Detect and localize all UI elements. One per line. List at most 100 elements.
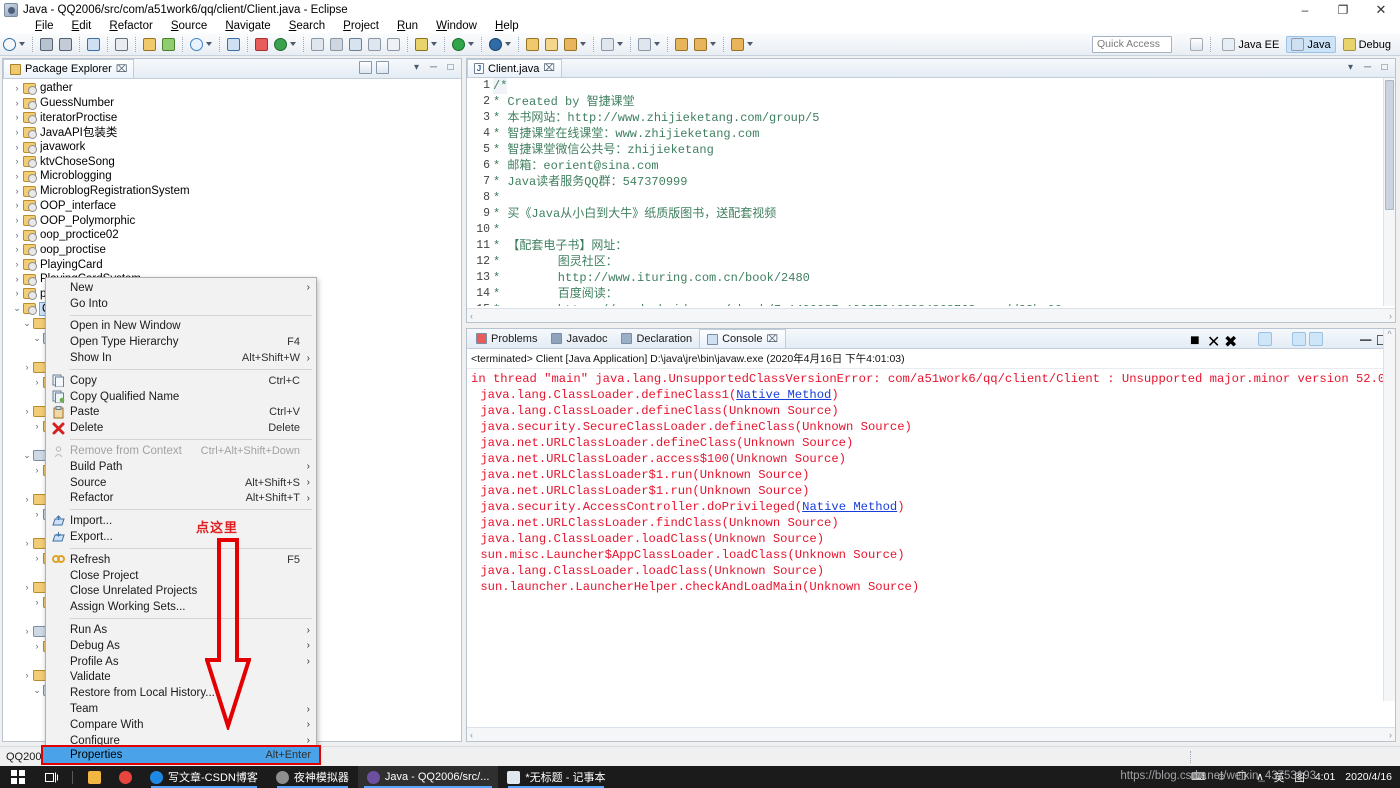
forward-icon[interactable] (692, 36, 709, 53)
open-console-icon[interactable] (1326, 332, 1340, 346)
dropdown-caret-icon[interactable] (19, 42, 25, 46)
twisty-icon[interactable]: › (31, 642, 43, 651)
twisty-icon[interactable]: › (31, 598, 43, 607)
run-icon[interactable] (450, 36, 467, 53)
scroll-right-icon[interactable]: › (1389, 311, 1392, 321)
menu-window[interactable]: Window (427, 20, 486, 32)
terminate-icon[interactable]: ■ (1190, 332, 1204, 346)
menu-project[interactable]: Project (334, 20, 388, 32)
twisty-icon[interactable]: › (31, 422, 43, 431)
twisty-icon[interactable]: › (11, 275, 23, 284)
twisty-icon[interactable]: › (21, 539, 33, 548)
tab-console[interactable]: Console⌧ (699, 329, 786, 348)
save-icon[interactable] (38, 36, 55, 53)
context-menu-item-copy-qualified-name[interactable]: Copy Qualified Name (46, 389, 316, 405)
minimize-view-icon[interactable]: ─ (427, 61, 440, 74)
twisty-icon[interactable]: › (21, 671, 33, 680)
context-menu-item-paste[interactable]: PasteCtrl+V (46, 405, 316, 421)
scroll-left-icon[interactable]: ‹ (470, 311, 473, 321)
last-edit-icon[interactable] (729, 36, 746, 53)
twisty-icon[interactable]: › (11, 143, 23, 152)
context-menu-item-compare-with[interactable]: Compare With› (46, 717, 316, 733)
twisty-icon[interactable]: › (31, 554, 43, 563)
editor-vertical-scrollbar[interactable] (1383, 78, 1395, 306)
console-minimize-icon[interactable]: ─ (1360, 332, 1374, 346)
twisty-icon[interactable]: › (31, 510, 43, 519)
new-java-project-icon[interactable] (225, 36, 242, 53)
dropdown-caret-icon[interactable] (468, 42, 474, 46)
maximize-button[interactable]: ❐ (1324, 0, 1362, 19)
twisty-icon[interactable]: › (31, 466, 43, 475)
open-task-icon[interactable] (366, 36, 383, 53)
context-menu-item-team[interactable]: Team› (46, 701, 316, 717)
taskbar-clock[interactable]: 4:01 (1315, 771, 1335, 783)
dropdown-caret-icon[interactable] (710, 42, 716, 46)
tree-item-microblogging[interactable]: ›Microblogging (3, 169, 461, 184)
twisty-icon[interactable]: › (21, 363, 33, 372)
taskbar-app-file-explorer-icon[interactable] (79, 766, 110, 788)
context-menu-item-export[interactable]: Export... (46, 529, 316, 545)
dropdown-caret-icon[interactable] (290, 42, 296, 46)
dropdown-caret-icon[interactable] (580, 42, 586, 46)
dropdown-caret-icon[interactable] (747, 42, 753, 46)
menu-refactor[interactable]: Refactor (100, 20, 161, 32)
dropdown-caret-icon[interactable] (206, 42, 212, 46)
context-menu-item-show-in[interactable]: Show InAlt+Shift+W› (46, 350, 316, 366)
scroll-lock-icon[interactable] (1258, 332, 1272, 346)
dropdown-caret-icon[interactable] (617, 42, 623, 46)
task-view-button[interactable] (36, 766, 66, 788)
close-button[interactable]: ✕ (1362, 0, 1400, 19)
console-scroll-left-icon[interactable]: ‹ (470, 730, 473, 740)
console-vertical-scrollbar[interactable]: ^ (1383, 329, 1395, 701)
remove-launch-icon[interactable]: ✕ (1207, 332, 1221, 346)
tree-item-javaapi-[interactable]: ›JavaAPI包装类 (3, 125, 461, 140)
menu-source[interactable]: Source (162, 20, 216, 32)
menu-help[interactable]: Help (486, 20, 528, 32)
menu-search[interactable]: Search (280, 20, 334, 32)
context-menu-item-close-unrelated-projects[interactable]: Close Unrelated Projects (46, 584, 316, 600)
taskbar-app-notepad-icon[interactable]: *无标题 - 记事本 (498, 766, 614, 788)
tree-item-gather[interactable]: ›gather (3, 81, 461, 96)
close-icon[interactable]: ⌧ (766, 334, 778, 345)
taskbar-app-chrome-icon[interactable] (110, 766, 141, 788)
twisty-icon[interactable]: › (11, 128, 23, 137)
twisty-icon[interactable]: ⌄ (11, 304, 23, 313)
status-resize-handle[interactable] (1190, 751, 1192, 763)
context-menu-item-properties[interactable]: Properties Alt+Enter (41, 745, 321, 765)
perspective-debug[interactable]: Debug (1339, 37, 1395, 52)
remove-all-terminated-icon[interactable]: ✖ (1224, 332, 1238, 346)
context-menu-item-delete[interactable]: DeleteDelete (46, 420, 316, 436)
context-menu-item-new[interactable]: New› (46, 280, 316, 296)
twisty-icon[interactable]: › (31, 378, 43, 387)
perspective-java-ee[interactable]: Java EE (1218, 37, 1283, 52)
focus-icon[interactable] (393, 61, 406, 74)
debug-icon[interactable] (413, 36, 430, 53)
show-console-on-output-icon[interactable] (1275, 332, 1289, 346)
console-horizontal-scrollbar[interactable]: ‹ › (467, 727, 1395, 741)
tab-client-java[interactable]: J Client.java ⌧ (467, 59, 562, 77)
new-class-icon[interactable] (272, 36, 289, 53)
context-menu-item-refresh[interactable]: RefreshF5 (46, 552, 316, 568)
close-icon[interactable]: ⌧ (116, 64, 128, 75)
twisty-icon[interactable]: ⌄ (31, 686, 43, 695)
editor-view-menu-icon[interactable]: ▾ (1344, 61, 1357, 74)
twisty-icon[interactable]: › (21, 495, 33, 504)
twisty-icon[interactable]: › (21, 583, 33, 592)
context-menu-item-build-path[interactable]: Build Path› (46, 459, 316, 475)
taskbar-app-csdn-icon[interactable]: 写文章-CSDN博客 (141, 766, 267, 788)
link-with-editor-icon[interactable] (376, 61, 389, 74)
editor-scroll-thumb[interactable] (1385, 80, 1394, 210)
print-icon[interactable] (85, 36, 102, 53)
open-perspective-button[interactable] (1190, 38, 1203, 51)
context-menu-item-run-as[interactable]: Run As› (46, 622, 316, 638)
menu-navigate[interactable]: Navigate (216, 20, 279, 32)
context-menu-item-open-type-hierarchy[interactable]: Open Type HierarchyF4 (46, 334, 316, 350)
twisty-icon[interactable]: ⌄ (31, 334, 43, 343)
twisty-icon[interactable]: › (11, 172, 23, 181)
collapse-all-icon[interactable] (359, 61, 372, 74)
tab-package-explorer[interactable]: Package Explorer ⌧ (3, 59, 134, 78)
quick-access-input[interactable]: Quick Access (1092, 36, 1172, 53)
stack-trace-link[interactable]: Native Method (802, 500, 897, 514)
twisty-icon[interactable]: › (11, 113, 23, 122)
edit-icon[interactable] (328, 36, 345, 53)
